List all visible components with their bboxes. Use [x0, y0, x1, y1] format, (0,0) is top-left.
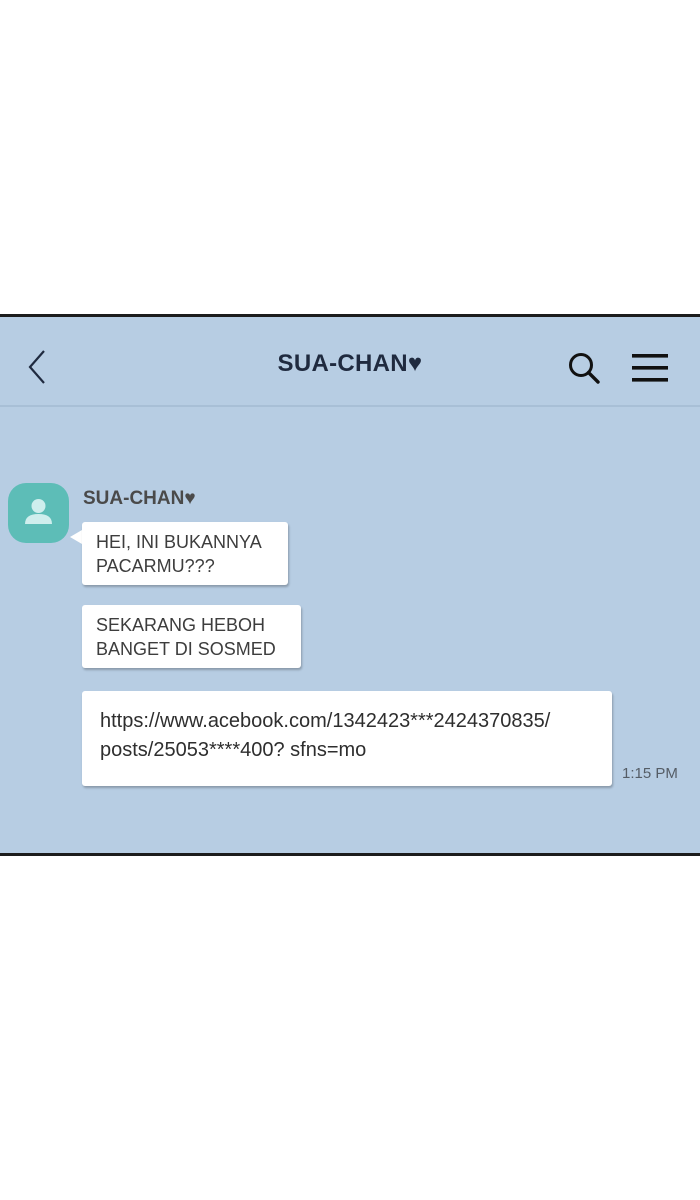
- message-bubble[interactable]: HEI, INI BUKANNYA PACARMU???: [82, 522, 288, 585]
- hamburger-menu-icon: [632, 354, 668, 382]
- avatar[interactable]: [8, 483, 69, 543]
- menu-button[interactable]: [632, 353, 670, 383]
- sender-name: SUA-CHAN♥: [83, 488, 196, 509]
- message-bubble-link[interactable]: https://www.acebook.com/1342423***242437…: [82, 691, 612, 786]
- person-icon: [25, 499, 52, 524]
- bubble-tail: [70, 530, 82, 544]
- message-bubble[interactable]: SEKARANG HEBOH BANGET DI SOSMED: [82, 605, 301, 668]
- search-button[interactable]: [566, 350, 602, 386]
- message-timestamp: 1:15 PM: [622, 765, 678, 782]
- chat-header: SUA-CHAN♥: [0, 317, 700, 407]
- search-icon: [569, 353, 600, 384]
- chat-window: SUA-CHAN♥ SUA-CHAN♥ HEI, INI BUKANNYA PA…: [0, 314, 700, 856]
